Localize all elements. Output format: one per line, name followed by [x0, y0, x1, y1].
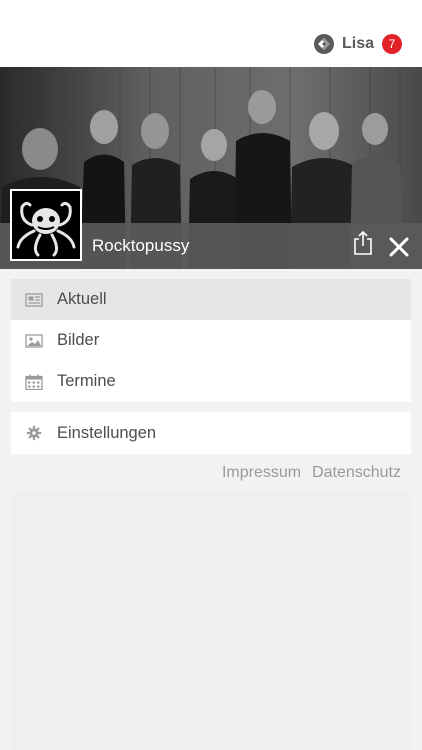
footer-links: Impressum Datenschutz	[222, 464, 401, 482]
content-panel	[11, 492, 411, 750]
menu-item-termine[interactable]: Termine	[11, 361, 411, 402]
menu-item-label: Aktuell	[57, 290, 107, 308]
image-icon	[25, 333, 43, 348]
menu-item-aktuell[interactable]: Aktuell	[11, 279, 411, 320]
menu-item-einstellungen[interactable]: Einstellungen	[11, 412, 411, 454]
share-icon[interactable]	[352, 230, 374, 256]
menu-item-label: Termine	[57, 372, 116, 390]
datenschutz-link[interactable]: Datenschutz	[312, 464, 401, 482]
band-name: Rocktopussy	[92, 236, 190, 255]
app-logo-icon	[313, 34, 334, 54]
main-menu: Aktuell Bilder Termine	[11, 279, 411, 402]
top-bar: Lisa 7	[0, 0, 422, 67]
user-name[interactable]: Lisa	[342, 35, 374, 53]
calendar-icon	[25, 374, 43, 390]
menu-item-label: Bilder	[57, 331, 100, 349]
gear-icon	[26, 425, 42, 441]
menu-item-label: Einstellungen	[57, 423, 157, 442]
band-logo	[10, 189, 82, 261]
newspaper-icon	[25, 292, 43, 307]
notification-badge[interactable]: 7	[382, 34, 402, 54]
menu-item-bilder[interactable]: Bilder	[11, 320, 411, 361]
settings-menu: Einstellungen	[11, 412, 411, 454]
impressum-link[interactable]: Impressum	[222, 464, 301, 482]
close-icon[interactable]	[388, 236, 410, 258]
user-menu[interactable]: Lisa 7	[313, 32, 402, 56]
